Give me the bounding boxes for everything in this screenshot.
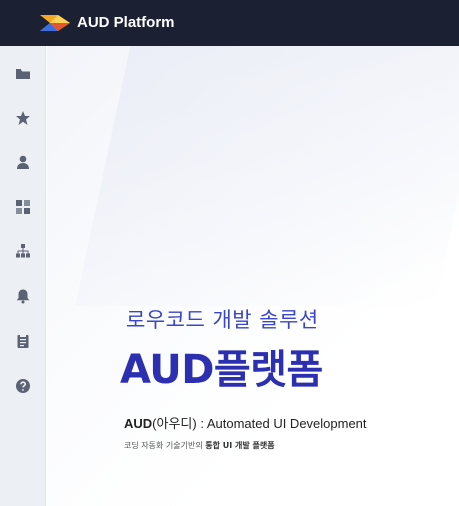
sidebar-item-folder[interactable] xyxy=(8,59,38,89)
hero-background-shape xyxy=(75,46,459,306)
hero-brand-title: AUD플랫폼 xyxy=(120,347,323,393)
sidebar-item-dashboard[interactable] xyxy=(8,192,38,222)
aud-logo-icon[interactable] xyxy=(40,13,72,33)
subdesc-highlight: 통합 UI 개발 플랫폼 xyxy=(205,441,275,450)
sidebar-item-favorites[interactable] xyxy=(8,103,38,133)
sidebar xyxy=(0,46,46,506)
sidebar-item-user[interactable] xyxy=(8,147,38,177)
hero-tagline: 로우코드 개발 솔루션 xyxy=(126,308,319,332)
bell-icon xyxy=(16,289,30,304)
main-content xyxy=(47,46,459,506)
sidebar-item-notifications[interactable] xyxy=(8,281,38,311)
sidebar-item-clipboard[interactable] xyxy=(8,326,38,356)
app-title[interactable]: AUD Platform xyxy=(77,13,175,33)
top-bar: AUD Platform xyxy=(0,0,459,46)
sidebar-item-sitemap[interactable] xyxy=(8,236,38,266)
star-icon xyxy=(16,111,30,125)
sidebar-item-help[interactable] xyxy=(8,371,38,401)
desc-brand: AUD xyxy=(124,416,153,431)
user-icon xyxy=(17,155,29,169)
desc-text: (아우디) : Automated UI Development xyxy=(152,416,367,431)
hero-subdescription: 코딩 자동화 기술기반의 통합 UI 개발 플랫폼 xyxy=(124,440,275,452)
subdesc-text: 코딩 자동화 기술기반의 xyxy=(124,441,206,450)
folder-icon xyxy=(16,69,30,79)
dashboard-icon xyxy=(16,200,30,214)
sitemap-icon xyxy=(16,244,30,258)
clipboard-icon xyxy=(17,334,29,348)
help-icon xyxy=(16,379,30,393)
hero-description: AUD(아우디) : Automated UI Development xyxy=(124,415,412,433)
